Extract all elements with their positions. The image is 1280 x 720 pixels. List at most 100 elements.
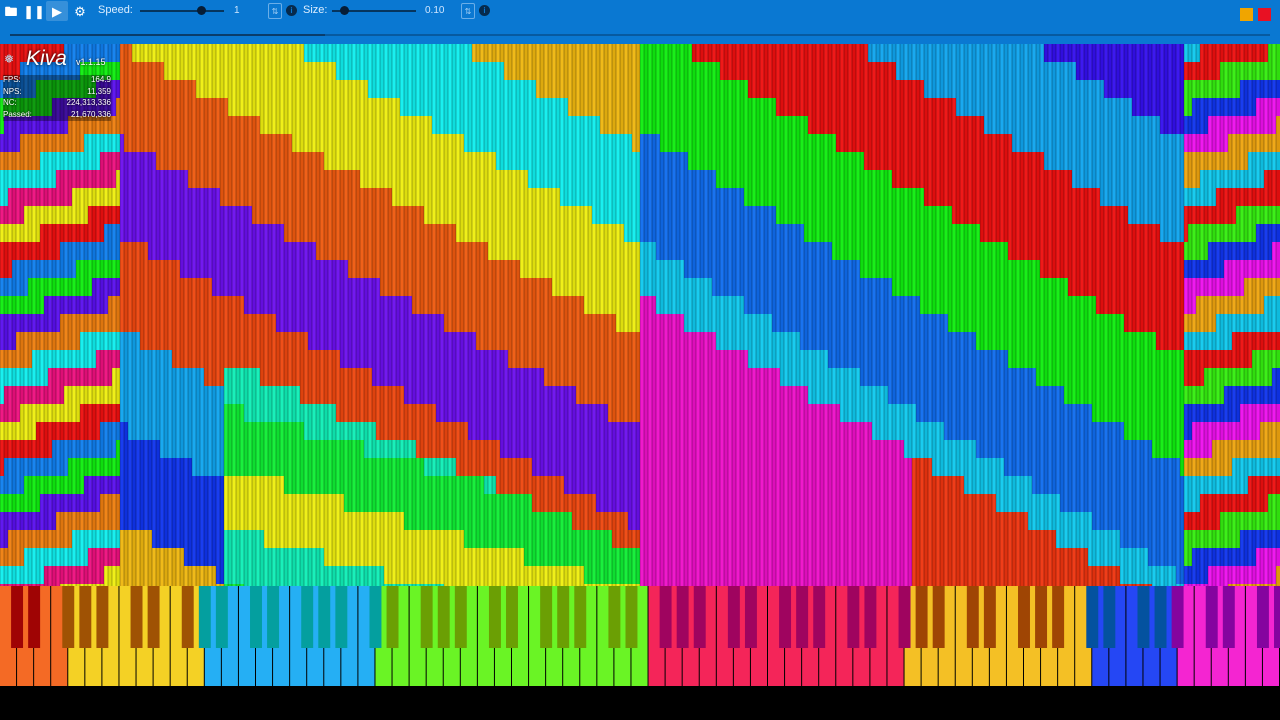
note-block [480, 458, 484, 476]
note-block [432, 206, 436, 224]
note-block [348, 224, 352, 242]
open-file-button[interactable]: 🖿 [0, 1, 22, 21]
size-value[interactable]: 0.10 [425, 3, 444, 19]
note-block [96, 296, 100, 314]
note-block [148, 62, 152, 80]
note-block [628, 512, 632, 530]
note-block [60, 134, 64, 152]
note-block [544, 314, 548, 332]
size-info-icon[interactable]: i [479, 5, 490, 16]
note-block [360, 566, 364, 584]
note-block [504, 278, 508, 296]
note-block [96, 242, 100, 260]
note-block [184, 80, 188, 98]
note-block [548, 296, 552, 314]
note-block [284, 368, 288, 386]
note-block [160, 422, 164, 440]
note-block [548, 170, 552, 188]
close-button[interactable] [1258, 8, 1271, 21]
note-block [620, 206, 624, 224]
note-block [440, 386, 444, 404]
note-block [444, 98, 448, 116]
note-block [348, 494, 352, 512]
note-block [308, 116, 312, 134]
note-block [588, 242, 592, 260]
note-block [536, 314, 540, 332]
note-block [476, 494, 480, 512]
speed-value[interactable]: 1 [234, 3, 240, 19]
note-block [132, 494, 136, 512]
settings-button[interactable]: ⚙ [69, 1, 91, 21]
speed-info-icon[interactable]: i [286, 5, 297, 16]
note-block [384, 458, 388, 476]
note-block [252, 62, 256, 80]
note-block [428, 152, 432, 170]
note-block [228, 116, 232, 134]
playback-progress-bar[interactable] [10, 34, 1270, 36]
note-block [456, 278, 460, 296]
note-block [116, 170, 120, 188]
note-block [4, 332, 8, 350]
note-block [32, 314, 36, 332]
note-block [268, 476, 272, 494]
note-block [232, 116, 236, 134]
note-block [344, 458, 348, 476]
minimize-button[interactable] [1240, 8, 1253, 21]
note-block [36, 260, 40, 278]
speed-slider[interactable] [140, 10, 224, 12]
note-block [456, 476, 460, 494]
note-block [336, 44, 340, 62]
note-block [508, 458, 512, 476]
note-block [332, 314, 336, 332]
note-block [152, 98, 156, 116]
note-block [12, 440, 16, 458]
note-block [316, 368, 320, 386]
note-block [120, 170, 124, 188]
note-block [436, 386, 440, 404]
size-slider-thumb[interactable] [340, 6, 350, 15]
note-block [176, 530, 180, 548]
note-block [224, 476, 228, 494]
note-block [256, 440, 260, 458]
note-block [148, 98, 152, 116]
note-block [388, 350, 392, 368]
speed-slider-thumb[interactable] [197, 6, 206, 15]
note-block [548, 188, 552, 206]
note-block [284, 134, 288, 152]
note-block [376, 80, 380, 98]
note-block [532, 350, 536, 368]
note-block [572, 134, 576, 152]
note-block [248, 404, 252, 422]
note-block [244, 494, 248, 512]
note-block [284, 350, 288, 368]
note-block [44, 350, 48, 368]
note-block [468, 386, 472, 404]
note-block [492, 62, 496, 80]
note-block [360, 188, 364, 206]
note-block [300, 440, 304, 458]
note-block [600, 116, 604, 134]
play-button[interactable]: ▶ [46, 1, 68, 21]
speed-spinner[interactable]: ⇅ [268, 3, 282, 19]
note-block [428, 170, 432, 188]
note-block [176, 566, 180, 584]
note-block [136, 458, 140, 476]
note-block [112, 224, 116, 242]
note-block [196, 224, 200, 242]
pause-button[interactable]: ❚❚ [23, 1, 45, 21]
note-block [276, 62, 280, 80]
note-block [136, 314, 140, 332]
note-block [264, 314, 268, 332]
note-block [248, 80, 252, 98]
size-spinner[interactable]: ⇅ [461, 3, 475, 19]
note-block [400, 566, 404, 584]
note-block [116, 386, 120, 404]
note-block [608, 512, 612, 530]
note-block [128, 62, 132, 80]
note-block [632, 206, 636, 224]
note-block [632, 350, 636, 368]
note-block [548, 512, 552, 530]
note-block [256, 296, 260, 314]
note-block [348, 134, 352, 152]
note-block [504, 458, 508, 476]
